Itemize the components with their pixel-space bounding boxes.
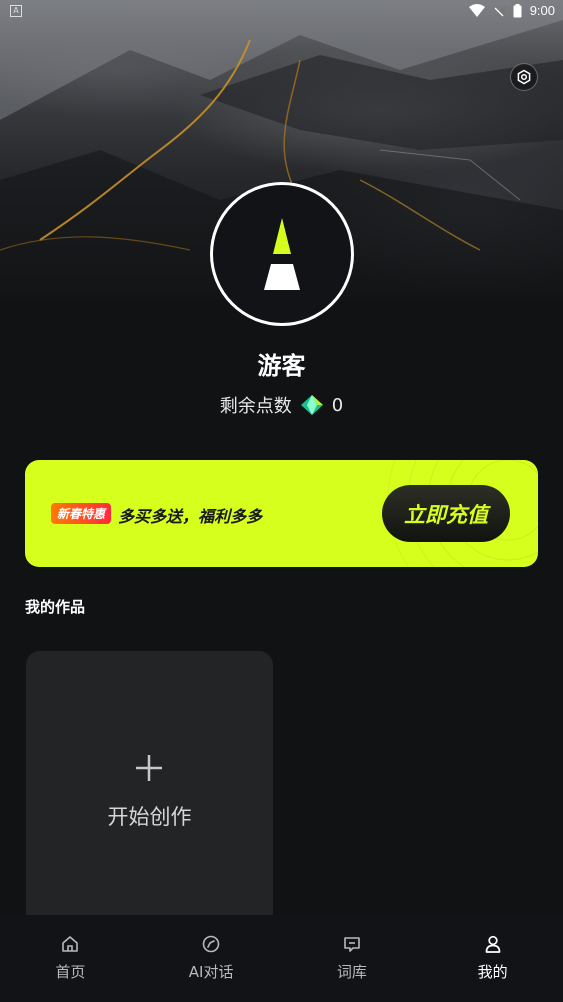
gear-icon — [517, 69, 531, 85]
recharge-button[interactable]: 立即充值 — [382, 485, 510, 542]
user-icon — [485, 935, 500, 953]
tab-home-label: 首页 — [55, 963, 86, 981]
settings-button[interactable] — [510, 63, 538, 91]
tab-ai-chat[interactable]: AI对话 — [141, 915, 282, 1002]
bottom-tab-bar: 首页 AI对话 词库 我的 — [0, 915, 563, 1002]
recharge-promo-banner[interactable]: 新春特惠 多买多送，福利多多 立即充值 — [25, 460, 538, 567]
points-label: 剩余点数 — [219, 396, 292, 417]
username: 游客 — [257, 352, 306, 380]
tab-home[interactable]: 首页 — [0, 915, 141, 1002]
promo-text: 多买多送，福利多多 — [118, 507, 263, 526]
gem-icon — [300, 395, 323, 415]
home-icon — [62, 936, 79, 952]
chat-icon — [344, 937, 360, 952]
battery-icon — [513, 3, 522, 17]
no-signal-icon — [492, 4, 505, 17]
app-logo-icon — [264, 218, 300, 290]
promo-tag: 新春特惠 — [51, 503, 112, 524]
plus-icon — [136, 755, 162, 781]
start-creating-card[interactable]: 开始创作 — [26, 651, 273, 931]
clock: 9:00 — [529, 3, 555, 18]
my-works-title: 我的作品 — [25, 598, 86, 616]
compass-icon — [202, 935, 220, 953]
points-value: 0 — [331, 394, 344, 416]
points-row: 剩余点数 0 — [0, 392, 563, 418]
avatar[interactable] — [210, 182, 354, 326]
status-bar: A 9:00 — [0, 0, 563, 24]
tab-ai-chat-label: AI对话 — [188, 963, 234, 981]
tab-mine[interactable]: 我的 — [422, 915, 563, 1002]
tab-library[interactable]: 词库 — [282, 915, 423, 1002]
wifi-icon — [468, 3, 485, 17]
start-creating-label: 开始创作 — [107, 805, 192, 829]
notification-icon: A — [10, 5, 22, 17]
tab-mine-label: 我的 — [477, 963, 508, 981]
tab-library-label: 词库 — [336, 963, 367, 981]
